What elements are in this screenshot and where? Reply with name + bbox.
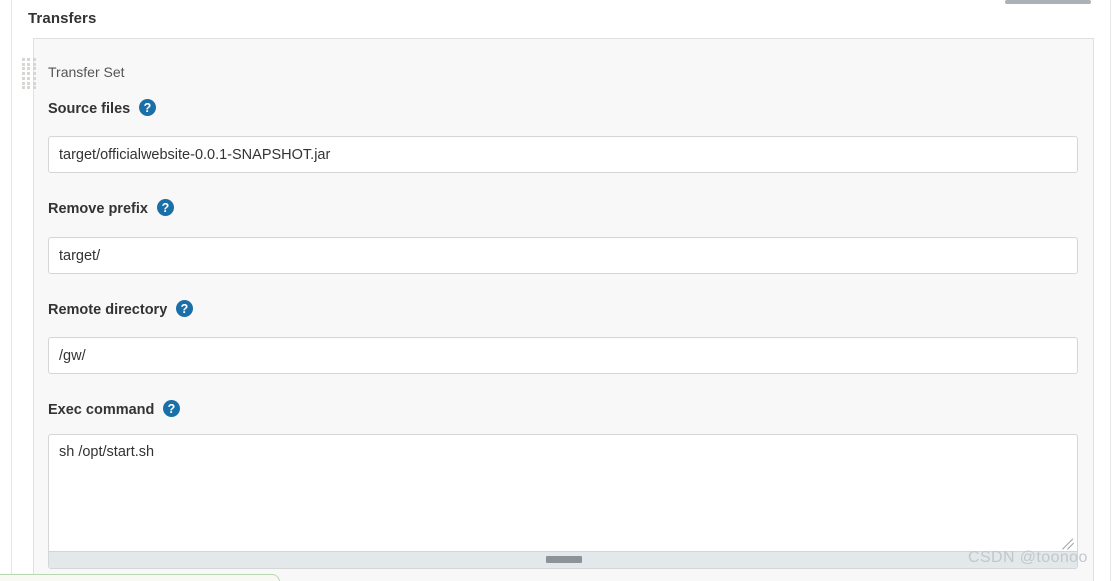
form-right-rule [1110,0,1111,581]
page-title: Transfers [28,10,97,27]
drag-dot [32,81,36,85]
input-remote-directory[interactable] [48,337,1078,374]
drag-dot [32,76,36,80]
svg-text:?: ? [181,302,189,316]
drag-dot [27,67,31,71]
textarea-exec-command-value: sh /opt/start.sh [59,444,155,460]
label-exec-command: Exec command ? [48,400,181,418]
textarea-exec-command[interactable]: sh /opt/start.sh [48,434,1078,569]
drag-dot [22,62,25,66]
label-remove-prefix: Remove prefix ? [48,199,174,217]
label-exec-command-text: Exec command [48,402,155,418]
screen-root: Transfers Transfer Set Source files ? Re… [0,0,1114,581]
form-left-rule [11,0,12,581]
svg-text:?: ? [162,201,170,215]
label-source-files-text: Source files [48,101,131,117]
drag-dot [27,58,31,61]
top-scrollbar-fragment[interactable] [1005,0,1091,4]
drag-dot [27,86,31,90]
label-remote-directory: Remote directory ? [48,300,194,318]
drag-dot [27,62,31,66]
help-icon-source-files[interactable]: ? [139,99,157,116]
drag-dot [32,67,36,71]
drag-handle-icon[interactable] [22,58,37,90]
label-source-files: Source files ? [48,99,157,117]
drag-dot [22,76,25,80]
drag-dot [22,58,25,61]
label-remove-prefix-text: Remove prefix [48,201,148,217]
drag-dot [22,86,25,90]
drag-dot [22,72,25,76]
drag-dot [32,72,36,76]
drag-dot [32,58,36,61]
transfer-set-title: Transfer Set [48,64,125,80]
scrollbar-thumb[interactable] [546,556,582,563]
svg-text:?: ? [144,101,152,115]
drag-dot [27,72,31,76]
svg-text:?: ? [168,402,176,416]
input-remove-prefix[interactable] [48,237,1078,274]
textarea-horizontal-scrollbar[interactable] [49,551,1077,568]
drag-dot [27,81,31,85]
drag-dot [32,86,36,90]
drag-dot [32,62,36,66]
label-remote-directory-text: Remote directory [48,302,168,318]
help-icon-exec-command[interactable]: ? [163,400,181,417]
drag-dot [22,81,25,85]
help-icon-remote-directory[interactable]: ? [176,300,194,317]
bottom-notification-panel [0,574,280,581]
help-icon-remove-prefix[interactable]: ? [156,199,174,216]
drag-dot [22,67,25,71]
drag-dot [27,76,31,80]
resize-handle-icon[interactable] [1062,536,1076,550]
input-source-files[interactable] [48,136,1078,173]
